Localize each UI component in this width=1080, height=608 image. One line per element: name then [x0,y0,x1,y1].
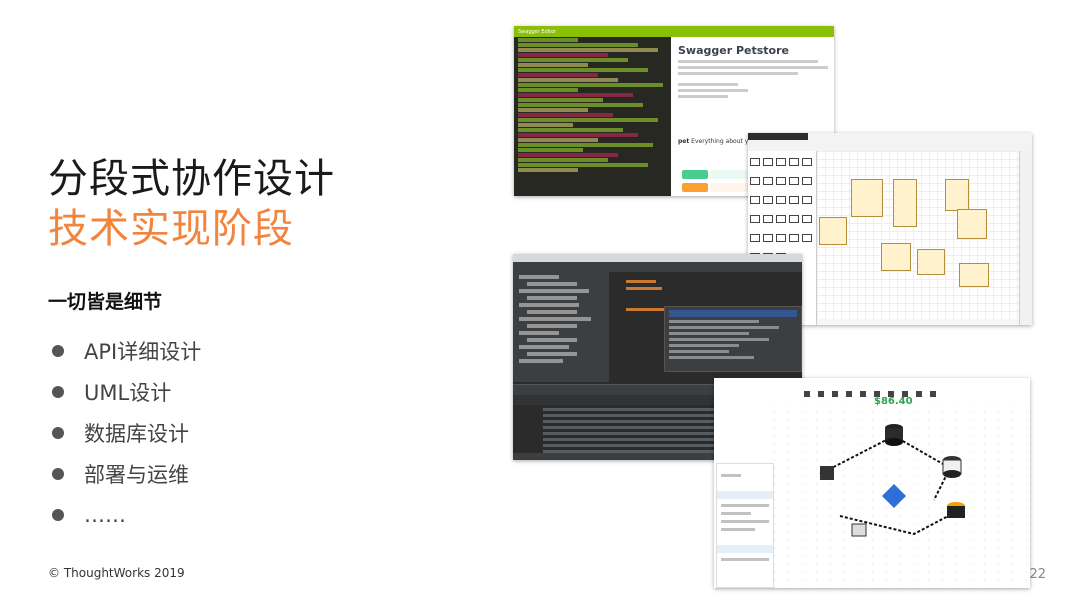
bullet-item: API详细设计 [52,330,201,371]
swagger-topbar: Swagger Editor [514,26,834,37]
swagger-doc-pane: Swagger Petstore pet Everything about yo… [678,44,830,145]
autocomplete-selected[interactable] [669,310,797,317]
uml-class-box[interactable] [957,209,987,239]
database-icon [942,456,962,478]
isometric-canvas[interactable] [774,404,1030,588]
section-heading: 一切皆是细节 [48,291,163,313]
uml-canvas[interactable] [817,151,1020,319]
architecture-toolbar[interactable] [804,382,1026,397]
page-number: 22 [1029,567,1046,582]
database-tree[interactable] [513,272,609,382]
datagrip-titlebar [513,254,802,262]
bullet-item: …… [52,494,201,535]
uml-class-box[interactable] [881,243,911,271]
server-icon [885,424,903,446]
uml-class-box[interactable] [945,179,969,211]
storage-icon [947,502,965,518]
uml-class-box[interactable] [917,249,945,275]
bullet-dot-icon [52,508,64,521]
autocomplete-popup[interactable] [664,306,802,372]
uml-class-box[interactable] [851,179,883,217]
bullet-item: UML设计 [52,371,201,412]
bullet-item: 部署与运维 [52,453,201,494]
architecture-diagram-svg [819,424,965,537]
uml-class-box[interactable] [893,179,917,227]
bullet-dot-icon [52,426,64,439]
bullet-item: 数据库设计 [52,412,201,453]
slide-subtitle: 技术实现阶段 [48,206,294,252]
doc-title: Swagger Petstore [678,44,789,57]
compute-icon [851,523,867,537]
uml-title-bar [748,133,808,140]
post-method-badge[interactable] [682,170,708,179]
bullet-list: API详细设计 UML设计 数据库设计 部署与运维 …… [52,330,201,535]
bullet-dot-icon [52,467,64,480]
uml-format-rail[interactable] [1019,151,1032,325]
uml-toolbar [748,133,1032,152]
service-library-pane[interactable] [716,463,774,588]
bullet-dot-icon [52,344,64,357]
copyright-footer: © ThoughtWorks 2019 [48,566,185,580]
load-balancer-icon [882,484,906,508]
bullet-dot-icon [52,385,64,398]
yaml-code-pane [514,37,671,196]
put-method-badge[interactable] [682,183,708,192]
architecture-diagram-screenshot: $86.40 [714,378,1030,588]
uml-class-box[interactable] [959,263,989,287]
user-icon [820,466,834,480]
uml-class-box[interactable] [819,217,847,245]
